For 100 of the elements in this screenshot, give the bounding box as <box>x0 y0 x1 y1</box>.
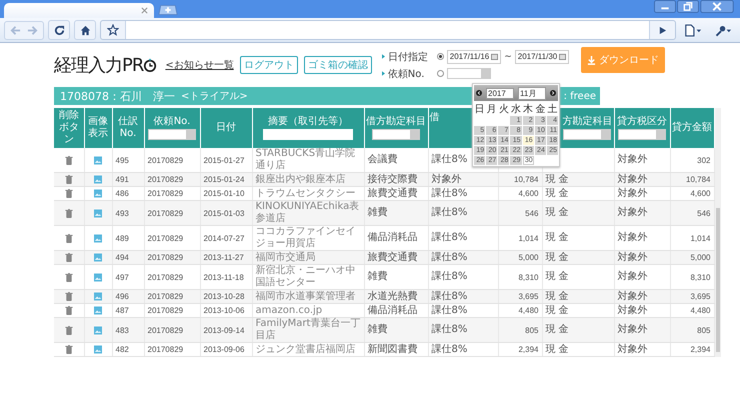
close-icon[interactable] <box>141 7 148 14</box>
calendar-icon[interactable] <box>491 53 498 60</box>
summary-cell: トラウムセンタクシー <box>256 188 356 198</box>
trash-icon[interactable] <box>64 189 73 198</box>
weekday-label: 金 <box>534 103 546 115</box>
entry-number: 497 <box>116 272 129 282</box>
trash-icon[interactable] <box>64 292 73 301</box>
date-cell: 2015-01-24 <box>204 175 244 184</box>
weekday-label: 火 <box>498 102 510 115</box>
header-button[interactable]: ログアウト <box>240 56 298 74</box>
star-icon[interactable] <box>107 24 119 36</box>
trash-icon[interactable] <box>64 208 73 218</box>
tax-cell: 対象外 <box>618 154 648 165</box>
trash-icon[interactable] <box>64 156 73 164</box>
trash-icon[interactable] <box>64 306 73 315</box>
forward-icon[interactable] <box>27 24 38 36</box>
page-menu-icon[interactable] <box>684 24 702 36</box>
entry-number: 483 <box>116 326 129 334</box>
entry-number: 495 <box>116 156 129 164</box>
user-name: 1708078：石川 淳一 <box>60 88 175 104</box>
summary-cell: STARBUCKS青山学院通り店 <box>256 148 356 171</box>
date-cell: 2015-01-10 <box>204 189 244 198</box>
go-icon[interactable] <box>658 26 667 34</box>
request-number: 20170829 <box>148 208 184 218</box>
entry-number: 489 <box>116 234 129 242</box>
account-cell: 現 金 <box>546 207 569 218</box>
image-icon[interactable] <box>94 156 102 164</box>
trash-icon[interactable] <box>64 234 73 242</box>
account-cell: 新聞図書費 <box>368 344 418 354</box>
image-icon[interactable] <box>94 306 102 315</box>
close-icon[interactable] <box>700 0 734 13</box>
trash-icon[interactable] <box>64 175 73 184</box>
account-cell: 雑費 <box>368 271 388 282</box>
column-header: 仕訳No. <box>117 116 139 140</box>
tax-cell: 対象外 <box>618 232 648 243</box>
notices-link[interactable]: <お知らせ一覧 <box>165 58 234 72</box>
image-icon[interactable] <box>94 189 102 198</box>
trash-icon[interactable] <box>64 326 73 334</box>
account-cell: 現 金 <box>546 324 569 335</box>
image-icon[interactable] <box>94 208 102 218</box>
account-cell: 旅費交通費 <box>368 252 418 262</box>
summary-cell: 福岡市交通局 <box>256 252 316 262</box>
filter-label: 日付指定 <box>388 50 429 64</box>
next-month-icon[interactable] <box>550 90 556 96</box>
radio-button[interactable] <box>436 70 444 77</box>
request-number: 20170829 <box>148 234 184 242</box>
clock-icon <box>143 58 158 72</box>
request-number: 20170829 <box>148 306 184 315</box>
entry-number: 494 <box>116 253 129 262</box>
amount-cell: 4,480 <box>518 306 538 315</box>
amount-cell: 1,014 <box>518 234 538 242</box>
account-cell: 現 金 <box>546 290 569 302</box>
date-cell: 2013-11-27 <box>204 253 244 262</box>
back-icon[interactable] <box>10 24 21 36</box>
image-icon[interactable] <box>94 272 102 282</box>
home-button[interactable] <box>74 20 96 40</box>
summary-cell: amazon.co.jp <box>256 304 322 316</box>
range-separator: ~ <box>504 52 512 62</box>
restore-icon[interactable] <box>677 0 699 13</box>
request-number: 20170829 <box>148 175 184 184</box>
account-cell: 接待交際費 <box>368 174 418 184</box>
minimize-icon[interactable] <box>654 0 676 13</box>
summary-cell: ジュンク堂書店福岡店 <box>256 344 356 354</box>
new-tab-icon[interactable] <box>158 4 178 16</box>
amount-cell: 546 <box>697 208 710 218</box>
trash-icon[interactable] <box>64 345 73 354</box>
tax-cell: 対象外 <box>618 324 648 335</box>
image-icon[interactable] <box>94 292 102 301</box>
image-icon[interactable] <box>94 345 102 354</box>
bullet-icon <box>382 71 385 76</box>
trash-icon[interactable] <box>64 272 73 282</box>
month-select[interactable]: 11月 <box>518 86 546 100</box>
column-header: 借 <box>430 112 440 124</box>
image-icon[interactable] <box>94 234 102 242</box>
radio-button[interactable] <box>436 53 444 60</box>
account-cell: 現 金 <box>546 174 569 184</box>
reload-button[interactable] <box>48 20 70 40</box>
summary-cell: 福岡市水道事業管理者 <box>256 290 356 302</box>
account-cell: 雑費 <box>368 324 388 335</box>
year-select[interactable]: 2017 <box>486 88 514 98</box>
previous-month-icon[interactable] <box>476 90 482 96</box>
column-filter-field[interactable] <box>263 129 353 140</box>
bullet-icon <box>382 54 385 59</box>
date-field[interactable]: 2017/11/30 <box>514 50 570 64</box>
calendar-icon[interactable] <box>559 53 566 60</box>
image-icon[interactable] <box>94 253 102 262</box>
amount-cell: 1,014 <box>690 234 710 242</box>
column-header: 貸方税区分 <box>616 116 668 128</box>
amount-cell: 805 <box>697 326 710 334</box>
logo-text: 経理入力PR <box>54 54 144 77</box>
header-button[interactable]: ゴミ箱の確認 <box>304 56 372 74</box>
image-icon[interactable] <box>94 175 102 184</box>
tax-cell: 対象外 <box>618 290 648 302</box>
column-header: 日付 <box>215 122 237 134</box>
date-field[interactable]: 2017/11/16 <box>446 50 502 64</box>
summary-cell: FamilyMart青葉台一丁目店 <box>256 318 360 341</box>
request-number: 20170829 <box>148 156 184 164</box>
date-cell: 2013-09-14 <box>204 326 244 334</box>
image-icon[interactable] <box>94 326 102 334</box>
trash-icon[interactable] <box>64 253 73 262</box>
